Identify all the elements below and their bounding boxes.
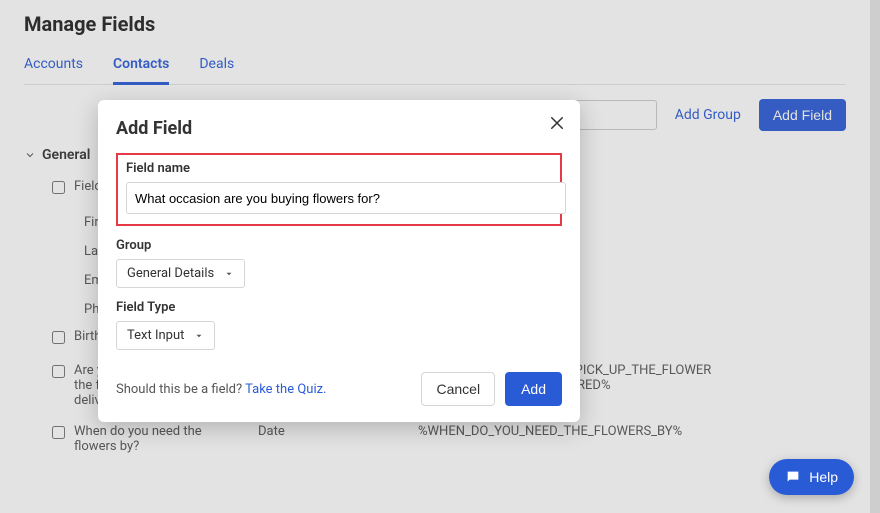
modal-title: Add Field (116, 118, 562, 139)
field-name-label: Field name (126, 161, 552, 176)
hint-text: Should this be a field? (116, 382, 245, 397)
field-type-value: Text Input (127, 328, 184, 343)
field-name-highlight: Field name (116, 153, 562, 226)
group-value: General Details (127, 266, 214, 281)
chat-icon (785, 469, 801, 485)
close-icon (548, 114, 566, 132)
field-type-field: Field Type Text Input (116, 300, 562, 350)
help-button[interactable]: Help (769, 459, 854, 495)
add-button[interactable]: Add (505, 372, 562, 406)
field-name-input[interactable] (126, 182, 566, 214)
caret-down-icon (224, 269, 234, 279)
caret-down-icon (194, 331, 204, 341)
field-type-label: Field Type (116, 300, 562, 315)
group-label: Group (116, 238, 562, 253)
modal-footer: Should this be a field? Take the Quiz. C… (116, 372, 562, 406)
cancel-button[interactable]: Cancel (421, 372, 495, 406)
close-button[interactable] (548, 114, 566, 136)
help-label: Help (809, 469, 838, 485)
group-field: Group General Details (116, 238, 562, 288)
add-field-modal: Add Field Field name Group General Detai… (98, 100, 580, 422)
group-select[interactable]: General Details (116, 259, 245, 288)
field-type-select[interactable]: Text Input (116, 321, 215, 350)
take-quiz-link[interactable]: Take the Quiz. (245, 382, 326, 397)
